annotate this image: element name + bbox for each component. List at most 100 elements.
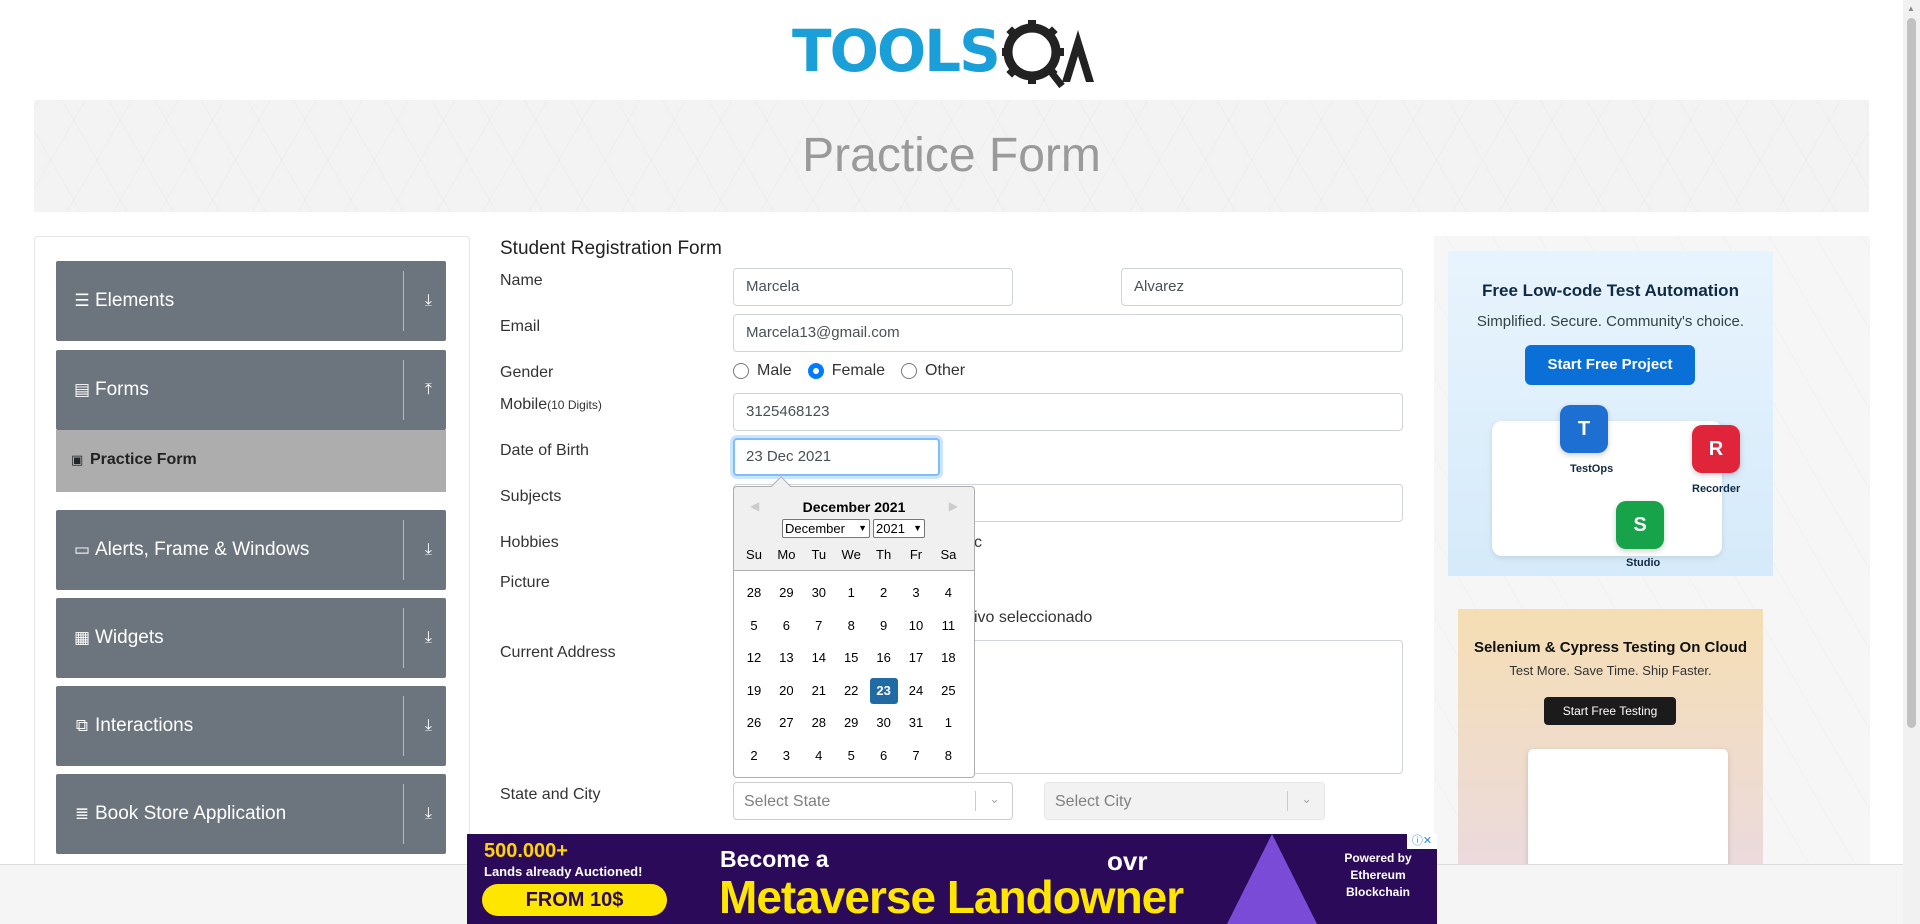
email-input[interactable]: Marcela13@gmail.com (733, 314, 1403, 352)
calendar-day[interactable]: 2 (740, 743, 768, 769)
calendar-day[interactable]: 30 (805, 580, 833, 606)
mobile-input[interactable]: 3125468123 (733, 393, 1403, 431)
first-name-input[interactable]: Marcela (733, 268, 1013, 306)
calendar-day[interactable]: 10 (902, 613, 930, 639)
calendar-day[interactable]: 24 (902, 678, 930, 704)
calendar-day[interactable]: 6 (870, 743, 898, 769)
calendar-day[interactable]: 6 (772, 613, 800, 639)
sidebar-group-elements[interactable]: ☰ Elements ⤓ (56, 261, 446, 341)
name-label: Name (500, 272, 543, 289)
radio-circle[interactable] (901, 363, 918, 379)
sidebar-group-book-store[interactable]: ≣ Book Store Application ⤓ (56, 774, 446, 854)
sidebar-group-widgets[interactable]: ▦ Widgets ⤓ (56, 598, 446, 678)
start-free-testing-button[interactable]: Start Free Testing (1544, 697, 1676, 725)
radio-label: Female (831, 362, 886, 379)
calendar-day[interactable]: 17 (902, 645, 930, 671)
toolsqa-logo[interactable]: TOOLS (792, 16, 1117, 91)
gender-female-radio[interactable]: Female (807, 362, 886, 380)
ovr-logo: ovr (1107, 846, 1148, 876)
recorder-icon: R (1692, 425, 1740, 473)
ad-count-sub: Lands already Auctioned! (484, 864, 643, 879)
page-scrollbar[interactable]: ▲ (1903, 0, 1920, 924)
calendar-day[interactable]: 8 (934, 743, 962, 769)
divider (1287, 791, 1288, 811)
calendar-day[interactable]: 11 (934, 613, 962, 639)
scroll-up-icon[interactable]: ▲ (1907, 4, 1915, 13)
subjects-label: Subjects (500, 488, 562, 505)
radio-circle-checked[interactable] (807, 363, 824, 379)
calendar-day[interactable]: 18 (934, 645, 962, 671)
picture-label: Picture (500, 574, 550, 591)
calendar-day[interactable]: 1 (934, 710, 962, 736)
calendar-day[interactable]: 2 (870, 580, 898, 606)
ad-choices-icon[interactable]: ⓘ✕ (1407, 834, 1437, 849)
calendar-day[interactable]: 4 (805, 743, 833, 769)
sidebar-group-interactions[interactable]: ⧉ Interactions ⤓ (56, 686, 446, 766)
gender-label: Gender (500, 364, 554, 381)
calendar-day[interactable]: 16 (870, 645, 898, 671)
calendar-day[interactable]: 9 (870, 613, 898, 639)
year-select[interactable]: 2021 ▼ (873, 519, 925, 538)
calendar-day[interactable]: 26 (740, 710, 768, 736)
calendar-day[interactable]: 22 (837, 678, 865, 704)
calendar-day[interactable]: 28 (805, 710, 833, 736)
calendar-day[interactable]: 21 (805, 678, 833, 704)
calendar-day[interactable]: 5 (837, 743, 865, 769)
download-arrow-icon: ⤓ (424, 541, 432, 558)
sidebar-group-alerts[interactable]: ▭ Alerts, Frame & Windows ⤓ (56, 510, 446, 590)
testops-ad[interactable]: Free Low-code Test Automation Simplified… (1448, 251, 1773, 576)
metaverse-ad[interactable]: 500.000+ Lands already Auctioned! FROM 1… (467, 834, 1437, 924)
calendar-day[interactable]: 8 (837, 613, 865, 639)
weekday-label: Th (876, 547, 892, 562)
month-select[interactable]: December ▼ (782, 519, 870, 538)
tile-label: Studio (1626, 557, 1661, 569)
calendar-day[interactable]: 3 (902, 580, 930, 606)
calendar-day[interactable]: 15 (837, 645, 865, 671)
radio-circle[interactable] (733, 363, 749, 379)
calendar-day[interactable]: 13 (772, 645, 800, 671)
gender-other-radio[interactable]: Other (901, 362, 965, 380)
calendar-day[interactable]: 1 (837, 580, 865, 606)
sidebar-group-forms[interactable]: ▤ Forms ⤒ (56, 350, 446, 430)
sidebar-item-practice-form[interactable]: ▣ Practice Form (56, 430, 446, 492)
calendar-day-selected[interactable]: 23 (869, 677, 898, 704)
gender-male-radio[interactable]: Male (733, 362, 792, 380)
ad-subline: Simplified. Secure. Community's choice. (1476, 313, 1745, 330)
calendar-day[interactable]: 19 (740, 678, 768, 704)
start-free-project-button[interactable]: Start Free Project (1525, 345, 1695, 385)
calendar-day[interactable]: 3 (772, 743, 800, 769)
calendar-day[interactable]: 5 (740, 613, 768, 639)
calendar-day[interactable]: 29 (837, 710, 865, 736)
city-select[interactable]: Select City ⌄ (1044, 782, 1325, 820)
testops-icon: T (1560, 405, 1608, 453)
datepicker-popup: ◀ ▶ December 2021 December ▼ 2021 ▼ Su Mo Tu… (733, 476, 975, 778)
widgets-icon: ▦ (73, 628, 91, 647)
calendar-day[interactable]: 30 (870, 710, 898, 736)
calendar-day[interactable]: 7 (902, 743, 930, 769)
calendar-day[interactable]: 20 (772, 678, 800, 704)
calendar-day[interactable]: 4 (934, 580, 962, 606)
date-of-birth-input[interactable]: 23 Dec 2021 (733, 438, 940, 476)
calendar-day[interactable]: 14 (805, 645, 833, 671)
dob-label: Date of Birth (500, 442, 589, 459)
calendar-day[interactable]: 28 (740, 580, 768, 606)
last-name-input[interactable]: Alvarez (1121, 268, 1403, 306)
calendar-day[interactable]: 7 (805, 613, 833, 639)
interactions-icon: ⧉ (75, 716, 89, 735)
download-arrow-icon: ⤓ (424, 717, 432, 734)
practice-form-icon: ▣ (71, 452, 84, 467)
calendar-day[interactable]: 12 (740, 645, 768, 671)
calendar-day[interactable]: 31 (902, 710, 930, 736)
calendar-day[interactable]: 29 (772, 580, 800, 606)
mobile-label: Mobile(10 Digits) (500, 396, 602, 414)
hobbies-label: Hobbies (500, 534, 559, 551)
calendar-day[interactable]: 27 (772, 710, 800, 736)
tile-label: Recorder (1692, 483, 1741, 495)
ad-price-pill[interactable]: FROM 10$ (482, 884, 667, 916)
calendar-day[interactable]: 25 (934, 678, 962, 704)
scrollbar-thumb[interactable] (1907, 18, 1916, 728)
state-select[interactable]: Select State ⌄ (733, 782, 1013, 820)
sidebar-group-label: Widgets (95, 627, 164, 648)
chevron-down-icon: ⌄ (989, 791, 1000, 806)
datepicker-month-title: December 2021 (802, 499, 906, 515)
